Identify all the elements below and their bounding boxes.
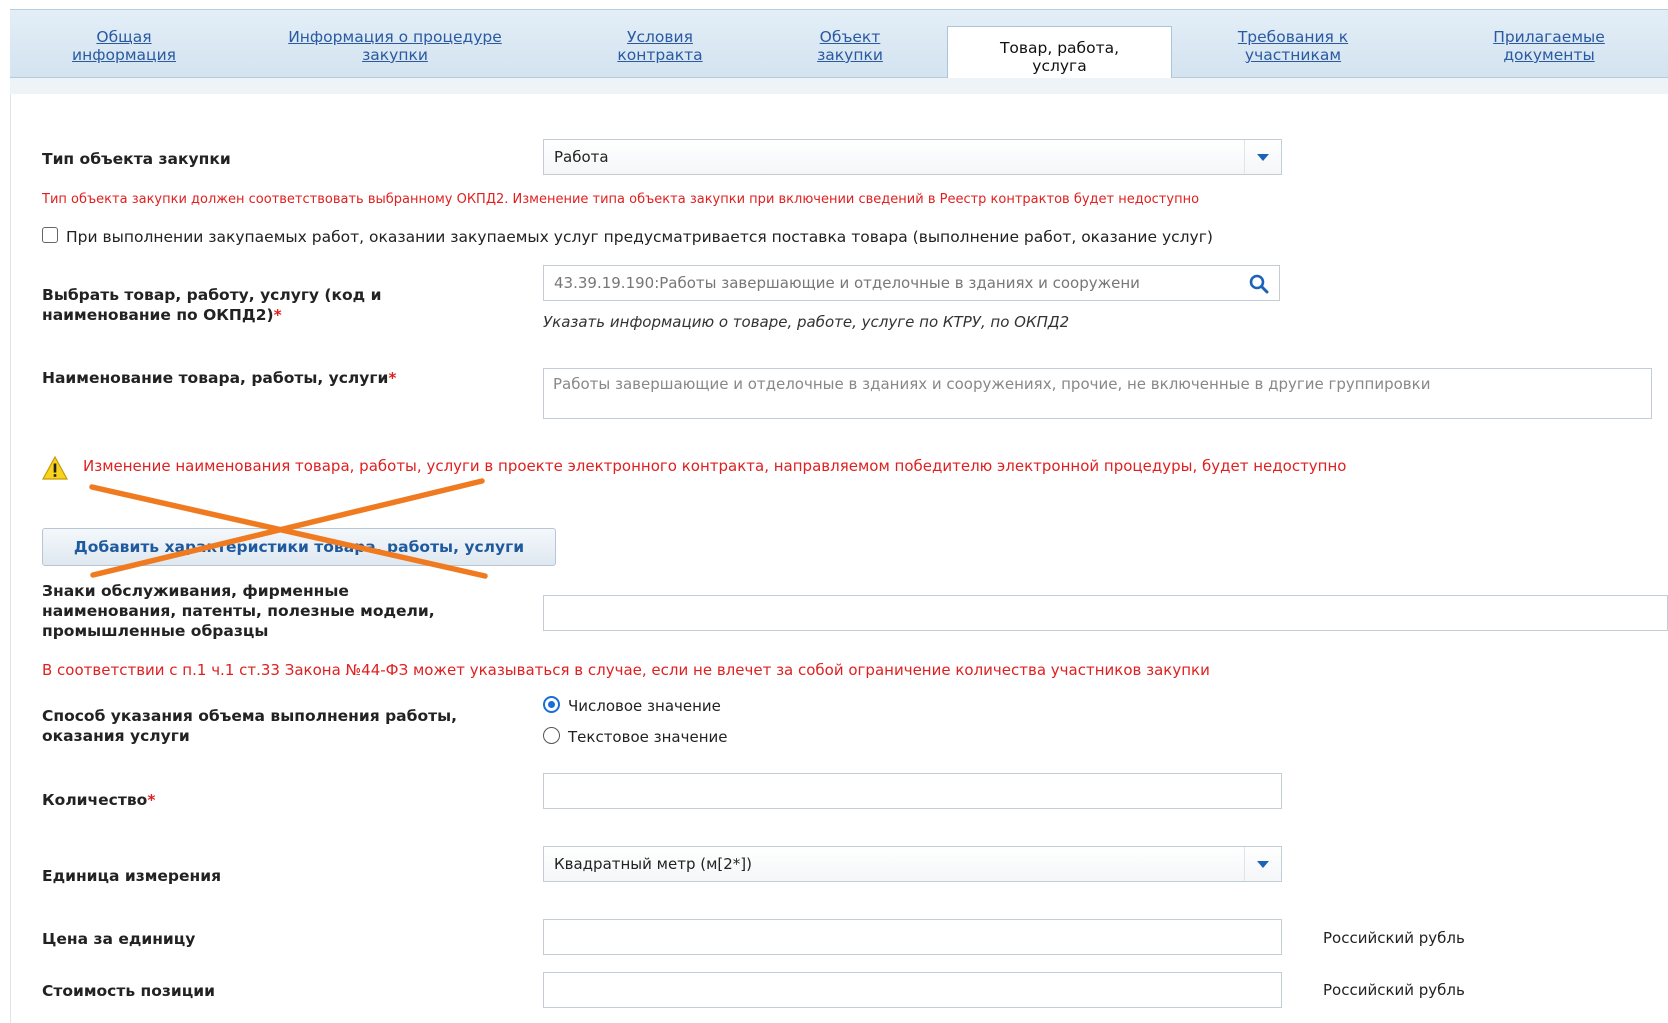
strike-through-annotation	[89, 478, 488, 579]
trademarks-label-line3: промышленные образцы	[42, 622, 269, 640]
quantity-label: Количество*	[42, 790, 155, 810]
okpd-hint: Указать информацию о товаре, работе, усл…	[543, 313, 1070, 331]
search-icon[interactable]	[1249, 274, 1269, 294]
item-name-textarea[interactable]: Работы завершающие и отделочные в здания…	[543, 368, 1652, 419]
object-type-value: Работа	[554, 148, 609, 166]
object-type-dropdown-arrow[interactable]	[1244, 140, 1281, 174]
unit-label: Единица измерения	[42, 867, 222, 885]
tab-participant-requirements-line1: Требования к	[1237, 28, 1349, 46]
volume-method-label-line2: оказания услуги	[42, 727, 190, 745]
object-type-select[interactable]: Работа	[543, 139, 1282, 175]
tab-procedure-info-line1: Информация о процедуре	[288, 28, 502, 46]
tab-goods-works-services-line1: Товар, работа,	[999, 39, 1120, 57]
item-name-label: Наименование товара, работы, услуги*	[42, 368, 396, 388]
unit-select[interactable]: Квадратный метр (м[2*])	[543, 846, 1282, 882]
position-cost-input[interactable]	[543, 972, 1282, 1008]
tab-procurement-object-line2: закупки	[817, 46, 883, 64]
unit-price-input[interactable]	[543, 919, 1282, 955]
warning-icon	[42, 456, 68, 480]
position-cost-label: Стоимость позиции	[42, 982, 215, 1000]
trademarks-label-line2: наименования, патенты, полезные модели,	[42, 602, 435, 620]
numeric-value-radio[interactable]	[543, 696, 560, 713]
required-mark: *	[273, 306, 282, 324]
tab-goods-works-services-line2: услуга	[1032, 57, 1087, 75]
item-name-value: Работы завершающие и отделочные в здания…	[553, 375, 1431, 393]
okpd-label-line1: Выбрать товар, работу, услугу (код и	[42, 286, 382, 304]
volume-method-label: Способ указания объема выполнения работы…	[42, 706, 457, 746]
tab-general-info-line2: информация	[72, 46, 176, 64]
okpd-search-field[interactable]: 43.39.19.190:Работы завершающие и отдело…	[543, 265, 1280, 301]
text-value-radio[interactable]	[543, 727, 560, 744]
quantity-input[interactable]	[543, 773, 1282, 809]
okpd-label: Выбрать товар, работу, услугу (код и наи…	[42, 285, 381, 325]
tab-bar: Общая информация Информация о процедуре …	[10, 9, 1668, 88]
text-value-label: Текстовое значение	[568, 728, 728, 746]
tab-attached-documents-line1: Прилагаемые	[1493, 28, 1605, 46]
required-mark: *	[147, 791, 156, 809]
okpd-label-text: наименование по ОКПД2)	[42, 306, 274, 324]
position-cost-currency: Российский рубль	[1323, 981, 1465, 999]
goods-supply-checkbox[interactable]	[42, 227, 58, 243]
trademarks-note: В соответствии с п.1 ч.1 ст.33 Закона №4…	[42, 661, 1210, 679]
tab-general-info[interactable]: Общая информация	[72, 28, 176, 64]
trademarks-label: Знаки обслуживания, фирменные наименован…	[42, 581, 435, 641]
goods-supply-checkbox-label: При выполнении закупаемых работ, оказани…	[66, 228, 1213, 246]
volume-method-label-line1: Способ указания объема выполнения работы…	[42, 707, 458, 725]
tab-procedure-info[interactable]: Информация о процедуре закупки	[288, 28, 502, 64]
tab-procurement-object-line1: Объект	[819, 28, 881, 46]
chevron-down-icon	[1257, 861, 1269, 868]
tab-contract-terms-line2: контракта	[617, 46, 703, 64]
tab-attached-documents[interactable]: Прилагаемые документы	[1493, 28, 1605, 64]
chevron-down-icon	[1257, 154, 1269, 161]
tab-contract-terms[interactable]: Условия контракта	[617, 28, 702, 64]
object-type-label: Тип объекта закупки	[42, 150, 231, 168]
quantity-label-text: Количество	[42, 791, 148, 809]
tab-participant-requirements-line2: участникам	[1244, 46, 1342, 64]
trademarks-input[interactable]	[543, 595, 1668, 631]
item-name-label-text: Наименование товара, работы, услуги	[42, 369, 389, 387]
tab-participant-requirements[interactable]: Требования к участникам	[1238, 28, 1348, 64]
numeric-value-label: Числовое значение	[568, 697, 721, 715]
okpd-search-value: 43.39.19.190:Работы завершающие и отдело…	[554, 274, 1140, 292]
tab-bar-underband	[10, 78, 1668, 94]
tab-procedure-info-line2: закупки	[362, 46, 428, 64]
object-type-warning: Тип объекта закупки должен соответствова…	[42, 192, 1200, 207]
unit-price-label: Цена за единицу	[42, 930, 196, 948]
tab-general-info-line1: Общая	[96, 28, 152, 46]
trademarks-label-line1: Знаки обслуживания, фирменные	[42, 582, 349, 600]
okpd-label-line2: наименование по ОКПД2)*	[42, 305, 381, 325]
tab-procurement-object[interactable]: Объект закупки	[817, 28, 883, 64]
tab-contract-terms-line1: Условия	[627, 28, 693, 46]
unit-value: Квадратный метр (м[2*])	[554, 855, 753, 873]
tab-attached-documents-line2: документы	[1503, 46, 1595, 64]
unit-dropdown-arrow[interactable]	[1244, 847, 1281, 881]
unit-price-currency: Российский рубль	[1323, 929, 1465, 947]
required-mark: *	[388, 369, 397, 387]
